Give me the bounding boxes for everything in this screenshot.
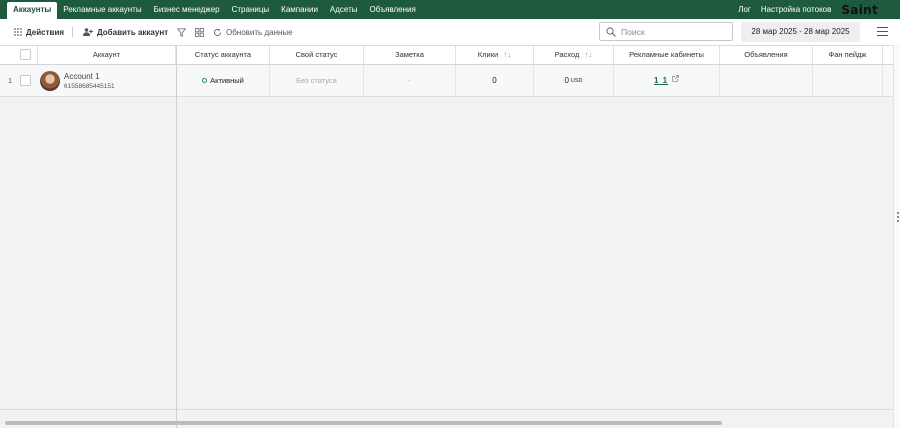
resize-handle-icon[interactable] xyxy=(897,212,899,222)
add-user-icon xyxy=(83,28,93,36)
toolbar-divider xyxy=(72,27,73,37)
col-account-status[interactable]: Статус аккаунта xyxy=(177,46,270,64)
refresh-label: Обновить данные xyxy=(226,27,293,37)
horizontal-scrollbar[interactable] xyxy=(5,421,722,425)
tab-ad-accounts[interactable]: Рекламные аккаунты xyxy=(57,0,147,19)
actions-button[interactable]: Действия xyxy=(14,25,64,39)
col-ad-cabinets[interactable]: Рекламные кабинеты xyxy=(614,46,720,64)
menu-icon[interactable] xyxy=(877,27,888,36)
status-badge: Активный xyxy=(210,76,244,85)
status-dot-icon xyxy=(202,78,208,83)
account-id: 61558685445151 xyxy=(64,82,115,90)
search-input[interactable]: Поиск xyxy=(599,22,733,41)
actions-label: Действия xyxy=(26,27,65,37)
account-info: Account 1 61558685445151 xyxy=(64,72,115,90)
col-fan-page[interactable]: Фан пейдж xyxy=(813,46,883,64)
row-index-cell: 1 xyxy=(0,65,38,96)
ad-cabinets-link[interactable]: 1 1 xyxy=(654,76,668,85)
fan-page-cell xyxy=(813,65,883,96)
table-header: Аккаунт Статус аккаунта Свой статус Заме… xyxy=(0,46,893,65)
select-all-cell xyxy=(0,46,38,64)
col-spend-label: Расход xyxy=(554,50,580,59)
note-cell[interactable]: - xyxy=(364,65,456,96)
ads-cell xyxy=(720,65,813,96)
table-footer xyxy=(0,409,893,428)
col-clicks-label: Клики xyxy=(477,50,499,59)
col-clicks[interactable]: Клики ↑↓ xyxy=(456,46,534,64)
col-ads[interactable]: Объявления xyxy=(720,46,813,64)
add-account-button[interactable]: Добавить аккаунт xyxy=(83,25,168,39)
ad-cabinets-cell: 1 1 xyxy=(614,65,720,96)
row-checkbox[interactable] xyxy=(20,75,31,86)
row-index: 1 xyxy=(8,76,13,85)
account-name[interactable]: Account 1 xyxy=(64,72,115,81)
top-nav: Аккаунты Рекламные аккаунты Бизнес менед… xyxy=(0,0,900,19)
log-link[interactable]: Лог xyxy=(738,5,751,14)
col-own-status[interactable]: Свой статус xyxy=(270,46,364,64)
col-note[interactable]: Заметка xyxy=(364,46,456,64)
refresh-button[interactable]: Обновить данные xyxy=(213,25,293,39)
columns-button[interactable] xyxy=(195,25,208,39)
tab-accounts[interactable]: Аккаунты xyxy=(7,2,58,19)
tab-business-manager[interactable]: Бизнес менеджер xyxy=(148,0,226,19)
sort-icon[interactable]: ↑↓ xyxy=(503,50,511,59)
avatar xyxy=(40,70,60,91)
refresh-icon xyxy=(213,28,222,36)
filter-button[interactable] xyxy=(177,25,190,39)
accounts-table: Аккаунт Статус аккаунта Свой статус Заме… xyxy=(0,45,893,428)
pinned-column-divider xyxy=(176,46,177,428)
select-all-checkbox[interactable] xyxy=(20,49,31,60)
spend-value: 0 xyxy=(564,76,569,85)
add-account-label: Добавить аккаунт xyxy=(97,27,169,37)
tab-adsets[interactable]: Адсеты xyxy=(324,0,364,19)
col-account[interactable]: Аккаунт xyxy=(38,46,176,64)
external-link-icon[interactable] xyxy=(672,75,679,82)
footer-divider xyxy=(176,409,177,428)
tab-pages[interactable]: Страницы xyxy=(226,0,276,19)
search-icon xyxy=(606,26,616,37)
own-status-cell[interactable]: Без статуса xyxy=(270,65,364,96)
sort-icon[interactable]: ↑↓ xyxy=(584,50,592,59)
account-cell: Account 1 61558685445151 xyxy=(38,65,176,96)
tab-campaigns[interactable]: Кампании xyxy=(275,0,324,19)
flow-settings-link[interactable]: Настройка потоков xyxy=(761,5,832,14)
search-placeholder: Поиск xyxy=(621,26,645,37)
spend-cell: 0 USD xyxy=(534,65,614,96)
table-row[interactable]: 1 Account 1 61558685445151 Активный Без … xyxy=(0,65,893,97)
vertical-scrollbar[interactable] xyxy=(893,45,900,428)
clicks-cell: 0 xyxy=(456,65,534,96)
grid-dots-icon xyxy=(14,28,22,36)
columns-icon xyxy=(195,27,204,37)
date-range-picker[interactable]: 28 мар 2025 - 28 мар 2025 xyxy=(741,22,860,42)
account-status-cell: Активный xyxy=(177,65,270,96)
app-logo: Saint xyxy=(841,2,878,17)
filter-icon xyxy=(177,27,186,37)
col-spend[interactable]: Расход ↑↓ xyxy=(534,46,614,64)
tab-ads[interactable]: Объявления xyxy=(364,0,422,19)
spend-currency: USD xyxy=(570,77,583,84)
